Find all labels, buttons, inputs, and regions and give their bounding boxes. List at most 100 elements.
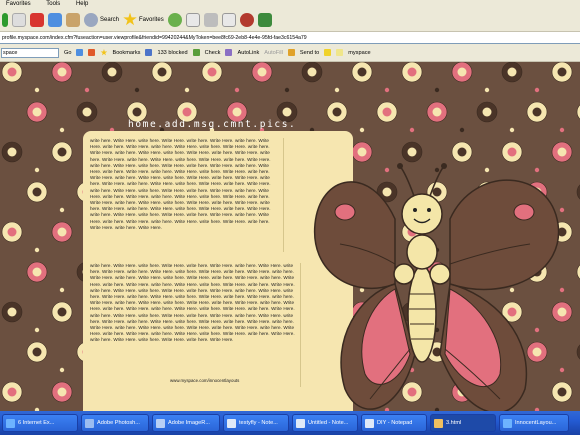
send-to-button[interactable]: Send to xyxy=(300,50,319,56)
search-button-label[interactable]: Search xyxy=(100,17,119,23)
history-icon[interactable] xyxy=(167,12,182,27)
popup-blocked-count[interactable]: 133 blocked xyxy=(157,50,187,56)
search-term-icon xyxy=(336,49,344,56)
flower-icon xyxy=(51,381,73,403)
flower-icon xyxy=(201,62,223,83)
text-box-top[interactable]: write here. Write Here. write here. Writ… xyxy=(90,138,280,252)
google-search-icon[interactable] xyxy=(76,49,84,56)
imageready-icon xyxy=(156,418,165,428)
google-pagerank-icon[interactable] xyxy=(88,49,96,56)
research-icon[interactable] xyxy=(257,12,272,27)
ie-icon xyxy=(6,418,15,428)
taskbar-item-internet-explorer[interactable]: 6 Internet Ex... xyxy=(2,414,78,432)
dot-icon xyxy=(59,207,65,213)
check-button[interactable]: Check xyxy=(205,50,221,56)
flower-icon xyxy=(26,101,48,123)
flower-icon xyxy=(51,221,73,243)
dot-icon xyxy=(134,87,140,93)
taskbar-item-diy[interactable]: DIY - Notepad xyxy=(361,414,427,432)
text-box-bottom[interactable]: write here. Write Here. write here. Writ… xyxy=(90,263,300,387)
dot-icon xyxy=(284,87,290,93)
flower-icon xyxy=(1,62,23,83)
flower-icon xyxy=(1,221,23,243)
flower-icon xyxy=(1,141,23,163)
menu-help[interactable]: Help xyxy=(76,1,88,7)
flower-icon xyxy=(151,62,173,83)
search-term-button[interactable]: myspace xyxy=(348,50,370,56)
ie-icon xyxy=(503,418,512,428)
flower-icon xyxy=(51,62,73,83)
flower-icon xyxy=(551,62,573,83)
google-search-input[interactable]: space xyxy=(1,47,59,58)
web-page: home.add.msg.cmnt.pics. write here. Writ… xyxy=(0,62,580,411)
spellcheck-icon xyxy=(192,49,200,56)
dot-icon xyxy=(484,87,490,93)
taskbar-item-imageready[interactable]: Adobe ImageR... xyxy=(152,414,220,432)
back-chevron-icon[interactable] xyxy=(2,12,8,27)
taskbar-item-innocentlayouts[interactable]: InnocentLayou... xyxy=(499,414,569,432)
dot-icon xyxy=(434,87,440,93)
flower-icon xyxy=(1,381,23,403)
stop-icon[interactable] xyxy=(30,12,44,27)
dot-icon xyxy=(384,87,390,93)
dot-icon xyxy=(59,127,65,133)
flower-icon xyxy=(401,62,423,83)
flower-icon xyxy=(26,181,48,203)
flower-icon xyxy=(26,341,48,363)
dot-icon xyxy=(534,87,540,93)
flower-icon xyxy=(376,101,398,123)
flower-icon xyxy=(101,62,123,83)
autofill-button[interactable]: AutoFill xyxy=(264,50,283,56)
forward-icon[interactable] xyxy=(12,12,26,27)
dot-icon xyxy=(34,167,40,173)
taskbar-item-untitled[interactable]: Untitled - Note... xyxy=(292,414,358,432)
print-icon[interactable] xyxy=(203,12,218,27)
layout-credit[interactable]: www.myspace.com/innocentlayouts xyxy=(170,378,239,383)
scrollbar-top[interactable] xyxy=(283,138,289,252)
menu-favorites[interactable]: Favorites xyxy=(6,1,31,7)
profile-nav-header[interactable]: home.add.msg.cmnt.pics. xyxy=(128,119,296,130)
dot-icon xyxy=(84,87,90,93)
autolink-button[interactable]: AutoLink xyxy=(237,50,259,56)
flower-icon xyxy=(251,62,273,83)
edit-icon[interactable] xyxy=(221,12,236,27)
flower-icon xyxy=(351,62,373,83)
dot-icon xyxy=(34,247,40,253)
flower-icon xyxy=(451,62,473,83)
favorites-button-label[interactable]: Favorites xyxy=(139,17,164,23)
flower-icon xyxy=(26,261,48,283)
dot-icon xyxy=(34,87,40,93)
dot-icon xyxy=(334,87,340,93)
flower-icon xyxy=(476,101,498,123)
menu-tools[interactable]: Tools xyxy=(46,1,60,7)
address-bar[interactable]: profile.myspace.com/index.cfm?fuseaction… xyxy=(0,32,580,44)
menu-bar: Favorites Tools Help xyxy=(0,0,580,8)
popup-blocker-icon xyxy=(145,49,153,56)
dot-icon xyxy=(184,87,190,93)
search-icon[interactable] xyxy=(84,12,98,27)
messenger-icon[interactable] xyxy=(239,12,254,27)
mail-icon[interactable] xyxy=(185,12,200,27)
dot-icon xyxy=(34,327,40,333)
send-to-icon xyxy=(287,49,295,56)
butterfly-illustration xyxy=(313,163,560,411)
html-file-icon xyxy=(434,418,443,428)
bookmarks-star-icon xyxy=(100,49,108,56)
refresh-icon[interactable] xyxy=(48,12,62,27)
flower-icon xyxy=(326,101,348,123)
flower-icon xyxy=(526,101,548,123)
autolink-icon xyxy=(225,49,233,56)
taskbar-item-3html[interactable]: 3.html xyxy=(430,414,496,432)
dot-icon xyxy=(59,367,65,373)
flower-icon xyxy=(301,62,323,83)
dot-icon xyxy=(59,287,65,293)
flower-icon xyxy=(76,101,98,123)
taskbar-item-photoshop[interactable]: Adobe Photosh... xyxy=(81,414,149,432)
home-icon[interactable] xyxy=(66,12,80,27)
highlight-pencil-icon[interactable] xyxy=(324,49,332,56)
bookmarks-button[interactable]: Bookmarks xyxy=(112,50,140,56)
dot-icon xyxy=(234,87,240,93)
go-button[interactable]: Go xyxy=(64,50,71,56)
star-icon[interactable] xyxy=(123,12,137,26)
taskbar-item-testyfly[interactable]: testyfly - Note... xyxy=(223,414,289,432)
